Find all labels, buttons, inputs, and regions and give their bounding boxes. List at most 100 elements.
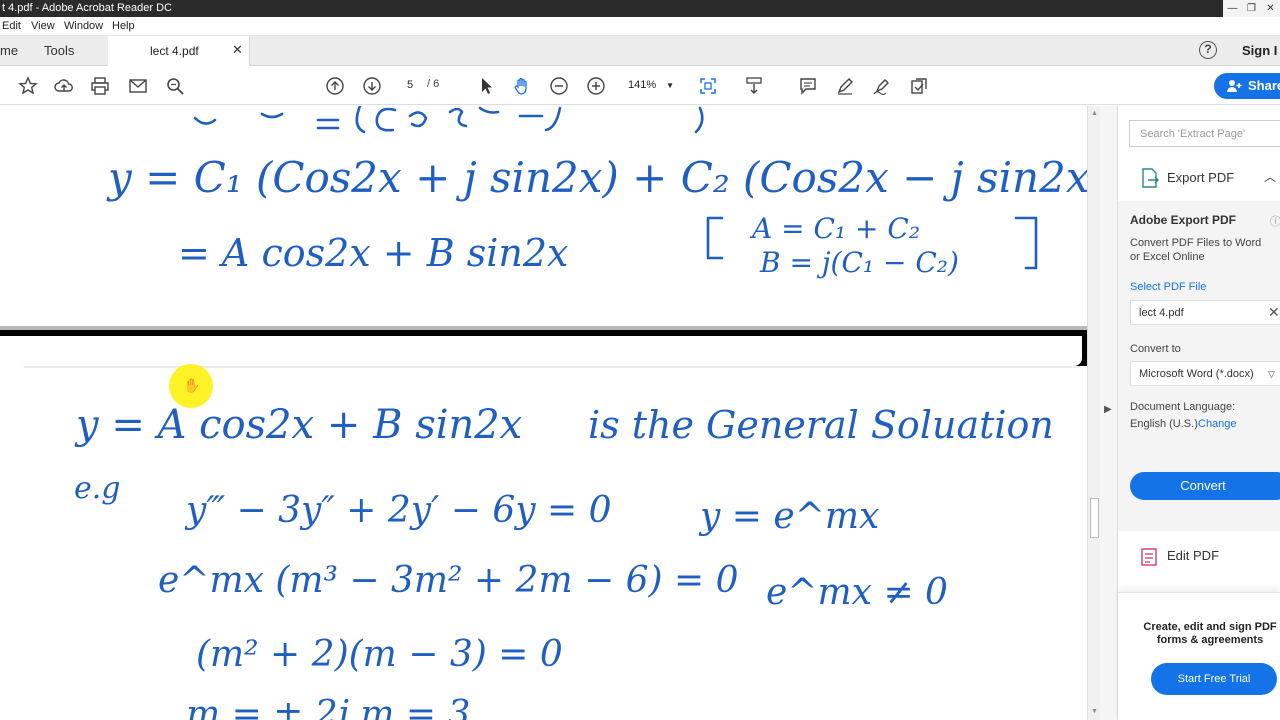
handwritten-math-page-5: y = C₁ (Cos2x + j sin2x) + C₂ (Cos2x − j… [106, 106, 1087, 279]
pdf-page-6: y = A cos2x + B sin2x is the General Sol… [0, 330, 1087, 720]
tools-search-input[interactable]: Search 'Extract Page' [1129, 120, 1280, 147]
scrolling-mode-icon[interactable] [742, 74, 766, 98]
cloud-upload-icon[interactable] [52, 74, 76, 98]
convert-format-value: Microsoft Word (*.docx) [1139, 368, 1254, 380]
tools-pane: Search 'Extract Page' Export PDF ︿ Adobe… [1118, 106, 1280, 720]
edit-pdf-tool[interactable]: Edit PDF [1118, 543, 1280, 571]
vertical-scrollbar[interactable]: ▲ ▼ [1087, 106, 1100, 720]
edit-pdf-label: Edit PDF [1167, 548, 1220, 563]
selected-file-field[interactable]: lect 4.pdf ✕ [1130, 300, 1280, 325]
chevron-down-icon: ▽ [1268, 369, 1275, 379]
export-pdf-tool[interactable]: Export PDF ︿ [1118, 163, 1280, 193]
search-icon[interactable] [163, 74, 187, 98]
menu-edit[interactable]: Edit [2, 20, 21, 32]
title-bar: t 4.pdf - Adobe Acrobat Reader DC — ❐ ✕ [0, 0, 1280, 17]
fit-page-icon[interactable] [696, 74, 720, 98]
share-button-label: Share [1248, 78, 1280, 93]
window-controls: — ❐ ✕ [1223, 0, 1280, 17]
page6-line1-equation: y = A cos2x + B sin2x [74, 402, 522, 448]
bookmark-star-icon[interactable] [16, 74, 40, 98]
tab-document[interactable]: lect 4.pdf ✕ [108, 36, 250, 66]
select-pdf-file-link[interactable]: Select PDF File [1130, 280, 1206, 294]
zoom-level-select[interactable]: 141% ▼ [620, 76, 680, 95]
zoom-level-value: 141% [628, 79, 657, 91]
pane-toggle[interactable]: ▶ [1100, 106, 1118, 720]
page6-line2-right: y = e^mx [698, 496, 879, 537]
page6-line3-right: e^mx ≠ 0 [766, 572, 948, 613]
scroll-down-icon[interactable]: ▼ [1091, 708, 1098, 715]
close-tab-icon[interactable]: ✕ [232, 42, 243, 58]
print-icon[interactable] [88, 74, 112, 98]
page6-line3: e^mx (m³ − 3m² + 2m − 6) = 0 [158, 560, 739, 601]
remove-file-icon[interactable]: ✕ [1268, 304, 1280, 321]
maximize-button[interactable]: ❐ [1242, 0, 1261, 17]
page6-line2: y‴ − 3y″ + 2y′ − 6y = 0 [184, 490, 612, 531]
close-window-button[interactable]: ✕ [1261, 0, 1280, 17]
add-user-icon [1227, 80, 1242, 92]
chevron-down-icon: ▼ [666, 81, 674, 90]
fill-sign-icon[interactable] [870, 74, 894, 98]
pdf-page-5: y = C₁ (Cos2x + j sin2x) + C₂ (Cos2x − j… [0, 106, 1087, 326]
page6-line5: m = ± 2j m = 3 [186, 694, 470, 720]
more-tools-icon[interactable] [907, 74, 931, 98]
scrollbar-thumb[interactable] [1090, 498, 1099, 538]
scroll-up-icon[interactable]: ▲ [1091, 110, 1098, 117]
page6-line1-note: is the General Soluation [588, 403, 1054, 447]
export-pdf-label: Export PDF [1167, 170, 1235, 185]
menu-window[interactable]: Window [64, 20, 103, 32]
export-pdf-panel: Adobe Export PDF ⓘ Convert PDF Files to … [1118, 201, 1280, 531]
export-desc-line2: or Excel Online [1130, 251, 1205, 263]
hand-tool-icon[interactable] [510, 74, 534, 98]
highlight-pen-icon[interactable] [833, 74, 857, 98]
trial-promo: Create, edit and sign PDF forms & agreem… [1118, 592, 1280, 720]
page6-line4: (m² + 2)(m − 3) = 0 [196, 634, 563, 675]
select-cursor-icon[interactable] [474, 74, 498, 98]
window-title: t 4.pdf - Adobe Acrobat Reader DC [2, 2, 172, 14]
convert-format-select[interactable]: Microsoft Word (*.docx) ▽ [1130, 361, 1280, 386]
document-language-value: English (U.S.) [1130, 418, 1198, 430]
menu-view[interactable]: View [31, 20, 55, 32]
document-language-label: Document Language: [1130, 401, 1236, 413]
zoom-out-icon[interactable] [547, 74, 571, 98]
help-icon[interactable]: ? [1199, 41, 1217, 59]
chevron-up-icon[interactable]: ︿ [1264, 168, 1276, 185]
edit-pdf-icon [1141, 548, 1157, 566]
start-free-trial-button[interactable]: Start Free Trial [1151, 663, 1277, 695]
info-icon[interactable]: ⓘ [1270, 213, 1280, 229]
selected-file-name: lect 4.pdf [1139, 307, 1184, 319]
change-language-link[interactable]: Change [1198, 417, 1237, 431]
sign-in-link[interactable]: Sign I [1242, 43, 1277, 58]
mail-icon[interactable] [126, 74, 150, 98]
export-desc-line1: Convert PDF Files to Word [1130, 237, 1262, 249]
share-button[interactable]: Share [1214, 73, 1280, 99]
toolbar: 5 / 6 141% ▼ Shar [0, 67, 1280, 105]
zoom-in-icon[interactable] [584, 74, 608, 98]
tab-tools[interactable]: Tools [44, 43, 74, 58]
page-total: / 6 [427, 78, 440, 90]
page5-line2: = A cos2x + B sin2x [178, 231, 568, 275]
chevron-right-icon: ▶ [1104, 404, 1112, 415]
document-viewport[interactable]: y = C₁ (Cos2x + j sin2x) + C₂ (Cos2x − j… [0, 106, 1100, 720]
minimize-button[interactable]: — [1223, 0, 1242, 17]
menu-help[interactable]: Help [112, 20, 135, 32]
tab-home[interactable]: me [0, 43, 18, 58]
handwritten-math-page-6: y = A cos2x + B sin2x is the General Sol… [23, 366, 1081, 720]
next-page-icon[interactable] [360, 74, 384, 98]
page5-line1: y = C₁ (Cos2x + j sin2x) + C₂ (Cos2x − j… [106, 153, 1087, 202]
hand-cursor-icon: ✋ [183, 377, 201, 393]
previous-page-icon[interactable] [323, 74, 347, 98]
export-pdf-icon [1142, 168, 1159, 188]
tab-bar: me Tools lect 4.pdf ✕ ? Sign I [0, 36, 1280, 66]
page-number-input[interactable]: 5 [397, 76, 423, 95]
export-panel-title: Adobe Export PDF [1130, 213, 1237, 227]
document-tab-label: lect 4.pdf [150, 44, 199, 58]
promo-text: Create, edit and sign PDF forms & agreem… [1143, 621, 1277, 646]
acrobat-window: t 4.pdf - Adobe Acrobat Reader DC — ❐ ✕ … [0, 0, 1280, 720]
page5-bracket-b: B = j(C₁ − C₂) [759, 246, 959, 279]
convert-button[interactable]: Convert [1130, 472, 1280, 500]
convert-to-label: Convert to [1130, 343, 1181, 355]
page5-bracket-a: A = C₁ + C₂ [749, 212, 920, 245]
menu-bar: Edit View Window Help [0, 17, 1280, 36]
page6-eg-label: e.g [74, 471, 121, 506]
comment-icon[interactable] [796, 74, 820, 98]
